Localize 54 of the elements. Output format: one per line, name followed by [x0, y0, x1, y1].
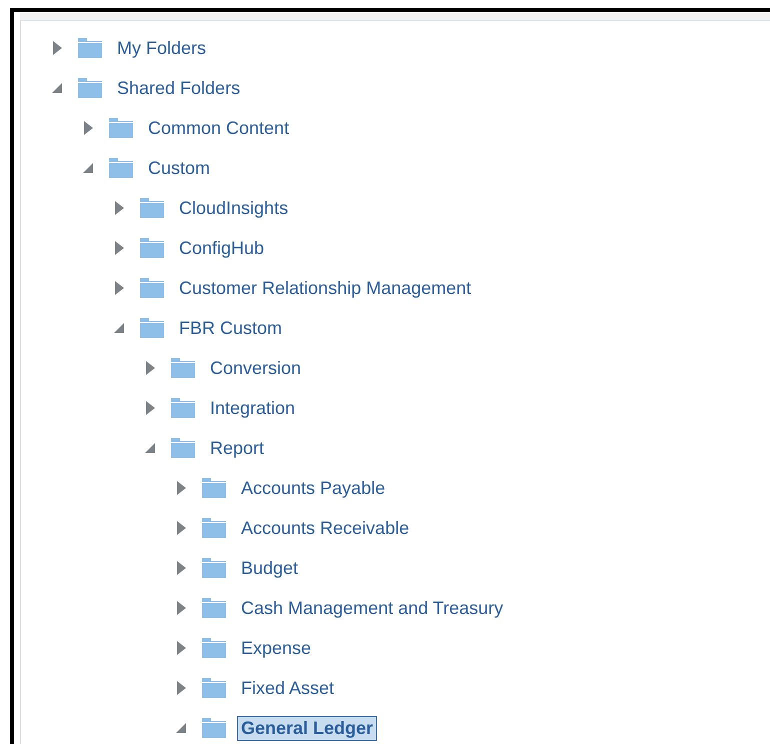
- folder-icon: [201, 518, 227, 538]
- folder-icon: [201, 638, 227, 658]
- folder-icon: [201, 678, 227, 698]
- expand-icon[interactable]: [51, 41, 63, 55]
- expand-icon[interactable]: [175, 481, 187, 495]
- folder-icon: [139, 198, 165, 218]
- expand-icon[interactable]: [82, 121, 94, 135]
- folder-icon: [108, 158, 134, 178]
- expand-icon[interactable]: [175, 641, 187, 655]
- expand-icon[interactable]: [144, 361, 156, 375]
- tree-item[interactable]: General Ledger: [237, 716, 378, 740]
- tree-item[interactable]: My Folders: [113, 36, 210, 60]
- tree-item[interactable]: Budget: [237, 556, 302, 580]
- folder-icon: [170, 438, 196, 458]
- tree-item[interactable]: Common Content: [144, 116, 294, 140]
- folder-icon: [201, 558, 227, 578]
- folder-icon: [201, 598, 227, 618]
- tree-item[interactable]: Cash Management and Treasury: [237, 596, 508, 620]
- expand-icon[interactable]: [175, 561, 187, 575]
- folder-icon: [77, 38, 103, 58]
- tree-item[interactable]: Fixed Asset: [237, 676, 338, 700]
- folder-icon: [77, 78, 103, 98]
- tree-item[interactable]: Integration: [206, 396, 300, 420]
- folder-icon: [170, 398, 196, 418]
- tree-item[interactable]: CloudInsights: [175, 196, 292, 220]
- collapse-icon[interactable]: [82, 162, 94, 174]
- collapse-icon[interactable]: [144, 442, 156, 454]
- tree-item[interactable]: FBR Custom: [175, 316, 286, 340]
- folder-icon: [201, 478, 227, 498]
- tree-item[interactable]: ConfigHub: [175, 236, 268, 260]
- folder-icon: [201, 718, 227, 738]
- tree-item[interactable]: Accounts Payable: [237, 476, 390, 500]
- expand-icon[interactable]: [175, 521, 187, 535]
- tree-item[interactable]: Accounts Receivable: [237, 516, 414, 540]
- collapse-icon[interactable]: [51, 82, 63, 94]
- expand-icon[interactable]: [113, 241, 125, 255]
- tree-item[interactable]: Conversion: [206, 356, 306, 380]
- folder-icon: [139, 238, 165, 258]
- collapse-icon[interactable]: [113, 322, 125, 334]
- folder-icon: [170, 358, 196, 378]
- expand-icon[interactable]: [144, 401, 156, 415]
- folder-icon: [139, 318, 165, 338]
- expand-icon[interactable]: [175, 601, 187, 615]
- folder-icon: [108, 118, 134, 138]
- expand-icon[interactable]: [113, 201, 125, 215]
- expand-icon[interactable]: [175, 681, 187, 695]
- folder-icon: [139, 278, 165, 298]
- tree-item[interactable]: Report: [206, 436, 268, 460]
- tree-item[interactable]: Shared Folders: [113, 76, 244, 100]
- tree-item[interactable]: Customer Relationship Management: [175, 276, 476, 300]
- collapse-icon[interactable]: [175, 722, 187, 734]
- expand-icon[interactable]: [113, 281, 125, 295]
- tree-item[interactable]: Expense: [237, 636, 316, 660]
- tree-item[interactable]: Custom: [144, 156, 214, 180]
